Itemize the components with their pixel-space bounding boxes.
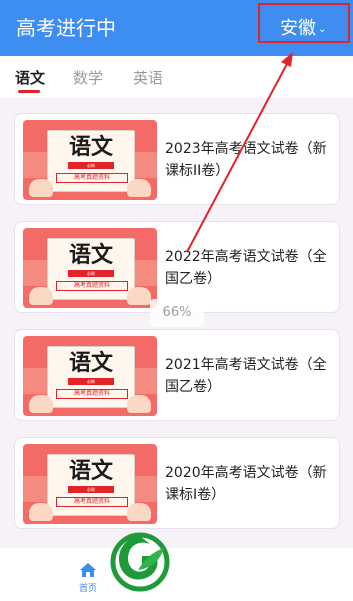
tab-math[interactable]: 数学 xyxy=(73,68,103,88)
hand-right-icon xyxy=(127,179,151,197)
thumbnail-ribbon: 必刷 xyxy=(87,271,95,276)
hand-right-icon xyxy=(127,395,151,413)
thumbnail-subtitle: 高考真题资料 xyxy=(56,281,128,291)
region-label: 安徽 xyxy=(280,17,316,39)
thumbnail-ribbon: 必刷 xyxy=(87,487,95,492)
hand-right-icon xyxy=(127,503,151,521)
thumbnail-title: 语文 xyxy=(68,350,113,376)
paper-card[interactable]: 语文 必刷 高考真题资料 2020年高考语文试卷（新课标I卷） xyxy=(14,437,340,529)
tab-english[interactable]: 英语 xyxy=(133,68,163,88)
tab-active-indicator xyxy=(18,90,40,93)
thumbnail-subtitle: 高考真题资料 xyxy=(56,389,128,399)
paper-title: 2023年高考语文试卷（新课标II卷） xyxy=(165,141,327,179)
tab-chinese[interactable]: 语文 xyxy=(15,68,45,88)
paper-thumbnail: 语文 必刷 高考真题资料 xyxy=(23,336,157,416)
paper-card[interactable]: 语文 必刷 高考真题资料 2021年高考语文试卷（全国乙卷） xyxy=(14,329,340,421)
page-title: 高考进行中 xyxy=(16,16,116,40)
home-icon xyxy=(80,563,96,577)
top-bar: 高考进行中 安徽 ⌄ xyxy=(0,0,353,56)
region-selector[interactable]: 安徽 ⌄ xyxy=(280,13,326,44)
thumbnail-subtitle: 高考真题资料 xyxy=(56,497,128,507)
hand-right-icon xyxy=(127,287,151,305)
hand-left-icon xyxy=(29,503,53,521)
thumbnail-title: 语文 xyxy=(68,242,113,268)
subject-tabs: 语文 数学 英语 xyxy=(0,56,353,98)
paper-title: 2020年高考语文试卷（新课标I卷） xyxy=(165,465,327,503)
bottom-nav: 首页 xyxy=(0,548,353,601)
hand-left-icon xyxy=(29,395,53,413)
paper-card[interactable]: 语文 必刷 高考真题资料 2023年高考语文试卷（新课标II卷） xyxy=(14,113,340,205)
thumbnail-ribbon: 必刷 xyxy=(87,163,95,168)
paper-title: 2021年高考语文试卷（全国乙卷） xyxy=(165,357,327,395)
thumbnail-ribbon: 必刷 xyxy=(87,379,95,384)
thumbnail-title: 语文 xyxy=(68,458,113,484)
chevron-down-icon: ⌄ xyxy=(318,24,327,35)
paper-thumbnail: 语文 必刷 高考真题资料 xyxy=(23,228,157,308)
nav-home-label: 首页 xyxy=(78,584,97,594)
zoom-indicator: 66% xyxy=(150,299,204,327)
paper-title: 2022年高考语文试卷（全国乙卷） xyxy=(165,249,327,287)
thumbnail-subtitle: 高考真题资料 xyxy=(56,173,128,183)
paper-thumbnail: 语文 必刷 高考真题资料 xyxy=(23,120,157,200)
thumbnail-title: 语文 xyxy=(68,134,113,160)
paper-thumbnail: 语文 必刷 高考真题资料 xyxy=(23,444,157,524)
hand-left-icon xyxy=(29,179,53,197)
leaf-logo xyxy=(110,532,170,592)
nav-home[interactable]: 首页 xyxy=(66,562,110,595)
hand-left-icon xyxy=(29,287,53,305)
